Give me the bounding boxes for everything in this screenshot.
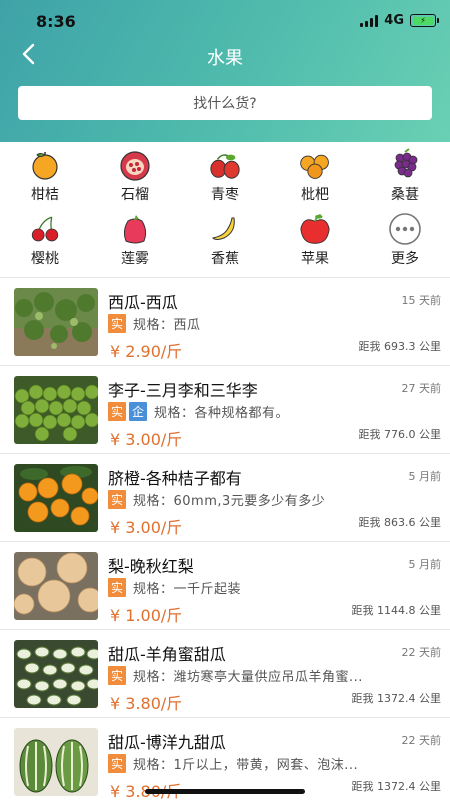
- category-more[interactable]: 更多: [360, 212, 450, 274]
- distance: 距我 693.3 公里: [358, 340, 441, 353]
- category-cherry[interactable]: 樱桃: [0, 212, 90, 274]
- status-bar: 8:36 4G ⚡: [0, 0, 450, 44]
- product-spec: 规格：1斤以上，带黄，网套、泡沫...: [133, 758, 359, 773]
- category-label: 石榴: [121, 187, 149, 203]
- verified-badge: 实: [108, 754, 127, 773]
- status-indicators: 4G ⚡: [360, 13, 439, 28]
- category-label: 柑桔: [31, 187, 59, 203]
- product-item[interactable]: 西瓜-西瓜 15 天前 实 规格：西瓜 ¥ 2.90/斤 距我 693.3 公里: [0, 278, 450, 366]
- tag-row: 实 规格：60mm,3元要多少有多少: [108, 490, 325, 509]
- verified-badge: 实: [108, 578, 127, 597]
- product-title: 梨-晚秋红梨: [108, 557, 194, 576]
- loquat-icon: [298, 148, 332, 182]
- enterprise-badge: 企: [129, 402, 148, 421]
- signal-icon: [360, 14, 379, 27]
- category-mulberry[interactable]: 桑葚: [360, 148, 450, 210]
- category-label: 枇杷: [301, 187, 329, 203]
- more-icon: [388, 212, 422, 246]
- product-title: 西瓜-西瓜: [108, 293, 178, 312]
- category-tangerine[interactable]: 柑桔: [0, 148, 90, 210]
- category-grid: 柑桔 石榴 青枣 枇杷 桑葚 樱桃 莲雾 香蕉 苹果 更多: [0, 148, 450, 276]
- home-indicator[interactable]: [145, 789, 305, 794]
- cherry-icon: [28, 212, 62, 246]
- product-image-pear: [14, 552, 98, 620]
- product-item[interactable]: 甜瓜-羊角蜜甜瓜 22 天前 实 规格：潍坊寒亭大量供应吊瓜羊角蜜... ¥ 3…: [0, 630, 450, 718]
- product-image-watermelon: [14, 288, 98, 356]
- product-item[interactable]: 梨-晚秋红梨 5 月前 实 规格：一千斤起装 ¥ 1.00/斤 距我 1144.…: [0, 542, 450, 630]
- product-spec: 规格：各种规格都有。: [154, 406, 290, 421]
- tag-row: 实 规格：西瓜: [108, 314, 201, 333]
- product-spec: 规格：一千斤起装: [133, 582, 242, 597]
- search-input[interactable]: 找什么货?: [18, 86, 432, 120]
- product-title: 脐橙-各种桔子都有: [108, 469, 242, 488]
- header: 8:36 4G ⚡ 水果 找什么货?: [0, 0, 450, 142]
- category-label: 青枣: [211, 187, 239, 203]
- product-item[interactable]: 李子-三月李和三华李 27 天前 实 企 规格：各种规格都有。 ¥ 3.00/斤…: [0, 366, 450, 454]
- product-image-melon: [14, 640, 98, 708]
- banana-icon: [208, 212, 242, 246]
- category-label: 更多: [391, 251, 419, 267]
- category-wax-apple[interactable]: 莲雾: [90, 212, 180, 274]
- post-time: 15 天前: [401, 294, 442, 307]
- product-image-melon: [14, 728, 98, 796]
- tag-row: 实 规格：潍坊寒亭大量供应吊瓜羊角蜜...: [108, 666, 363, 685]
- product-price: ¥ 3.80/斤: [110, 694, 183, 713]
- product-title: 甜瓜-博洋九甜瓜: [108, 733, 226, 752]
- pomegranate-icon: [118, 148, 152, 182]
- category-pomegranate[interactable]: 石榴: [90, 148, 180, 210]
- battery-icon: ⚡: [410, 14, 439, 27]
- category-apple[interactable]: 苹果: [270, 212, 360, 274]
- category-jujube[interactable]: 青枣: [180, 148, 270, 210]
- post-time: 22 天前: [401, 734, 442, 747]
- product-item[interactable]: 甜瓜-博洋九甜瓜 22 天前 实 规格：1斤以上，带黄，网套、泡沫... ¥ 3…: [0, 718, 450, 800]
- page-title: 水果: [207, 48, 243, 69]
- apple-icon: [298, 212, 332, 246]
- post-time: 5 月前: [408, 470, 442, 483]
- distance: 距我 776.0 公里: [358, 428, 441, 441]
- product-spec: 规格：西瓜: [133, 318, 201, 333]
- product-title: 李子-三月李和三华李: [108, 381, 258, 400]
- search-placeholder: 找什么货?: [193, 96, 257, 112]
- category-label: 桑葚: [391, 187, 419, 203]
- category-loquat[interactable]: 枇杷: [270, 148, 360, 210]
- jujube-icon: [208, 148, 242, 182]
- post-time: 22 天前: [401, 646, 442, 659]
- distance: 距我 1372.4 公里: [351, 780, 441, 793]
- verified-badge: 实: [108, 666, 127, 685]
- post-time: 5 月前: [408, 558, 442, 571]
- product-price: ¥ 1.00/斤: [110, 606, 183, 625]
- product-spec: 规格：潍坊寒亭大量供应吊瓜羊角蜜...: [133, 670, 363, 685]
- verified-badge: 实: [108, 314, 127, 333]
- product-price: ¥ 2.90/斤: [110, 342, 183, 361]
- product-image-orange: [14, 464, 98, 532]
- product-price: ¥ 3.00/斤: [110, 430, 183, 449]
- product-image-plum: [14, 376, 98, 444]
- category-label: 樱桃: [31, 251, 59, 267]
- category-label: 莲雾: [121, 251, 149, 267]
- tangerine-icon: [28, 148, 62, 182]
- tag-row: 实 企 规格：各种规格都有。: [108, 402, 289, 421]
- product-title: 甜瓜-羊角蜜甜瓜: [108, 645, 226, 664]
- category-banana[interactable]: 香蕉: [180, 212, 270, 274]
- mulberry-icon: [388, 148, 422, 182]
- product-price: ¥ 3.00/斤: [110, 518, 183, 537]
- tag-row: 实 规格：1斤以上，带黄，网套、泡沫...: [108, 754, 358, 773]
- product-list: 西瓜-西瓜 15 天前 实 规格：西瓜 ¥ 2.90/斤 距我 693.3 公里…: [0, 278, 450, 800]
- product-spec: 规格：60mm,3元要多少有多少: [133, 494, 326, 509]
- verified-badge: 实: [108, 402, 127, 421]
- network-type: 4G: [384, 13, 404, 28]
- wax-apple-icon: [118, 212, 152, 246]
- category-label: 香蕉: [211, 251, 239, 267]
- tag-row: 实 规格：一千斤起装: [108, 578, 241, 597]
- category-label: 苹果: [301, 251, 329, 267]
- status-time: 8:36: [36, 12, 76, 31]
- verified-badge: 实: [108, 490, 127, 509]
- distance: 距我 1372.4 公里: [351, 692, 441, 705]
- product-item[interactable]: 脐橙-各种桔子都有 5 月前 实 规格：60mm,3元要多少有多少 ¥ 3.00…: [0, 454, 450, 542]
- post-time: 27 天前: [401, 382, 442, 395]
- distance: 距我 863.6 公里: [358, 516, 441, 529]
- distance: 距我 1144.8 公里: [351, 604, 441, 617]
